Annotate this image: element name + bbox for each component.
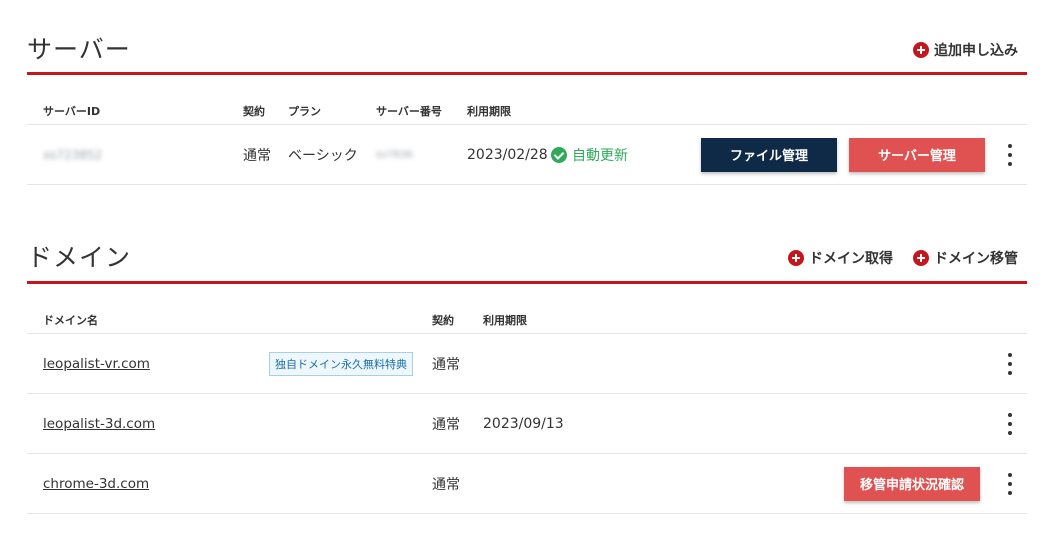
domain-contract-value: 通常 (432, 416, 460, 433)
column-header-contract: 契約 (243, 105, 265, 118)
auto-renew-status: 自動更新 (551, 145, 628, 165)
domain-section-header: ドメイン ドメイン取得 ドメイン移管 (27, 208, 1027, 284)
column-header-plan: プラン (288, 105, 321, 118)
domain-name-link[interactable]: leopalist-3d.com (43, 416, 155, 432)
domain-more-menu-icon[interactable] (1004, 352, 1016, 375)
domain-row: leopalist-vr.com 独自ドメイン永久無料特典 通常 (27, 334, 1027, 394)
domain-expiry-value: 2023/09/13 (483, 415, 564, 432)
server-contract-value: 通常 (243, 147, 271, 164)
column-header-expiry: 利用期限 (483, 314, 527, 327)
server-expiry-value: 2023/02/28 (467, 146, 548, 163)
domain-contract-value: 通常 (432, 356, 460, 373)
column-header-expiry: 利用期限 (467, 105, 511, 118)
domain-section-title: ドメイン (27, 243, 132, 272)
domain-row: chrome-3d.com 通常 移管申請状況確認 (27, 454, 1027, 514)
column-header-server-number: サーバー番号 (376, 105, 442, 118)
transfer-domain-label: ドメイン移管 (934, 251, 1018, 267)
column-header-contract: 契約 (432, 314, 454, 327)
plus-circle-icon (913, 250, 929, 266)
add-server-button[interactable]: 追加申し込み (913, 40, 1018, 60)
add-server-label: 追加申し込み (934, 43, 1018, 59)
plus-circle-icon (788, 250, 804, 266)
transfer-domain-button[interactable]: ドメイン移管 (913, 248, 1018, 268)
server-plan-value: ベーシック (288, 147, 358, 164)
domain-row: leopalist-3d.com 通常 2023/09/13 (27, 394, 1027, 454)
server-id-value: xs723852 (43, 147, 103, 162)
plus-circle-icon (913, 42, 929, 58)
server-section-title: サーバー (27, 35, 131, 64)
server-row: xs723852 通常 ベーシック sv7836 2023/02/28 自動更新… (27, 125, 1027, 185)
domain-more-menu-icon[interactable] (1004, 472, 1016, 495)
domain-contract-value: 通常 (432, 476, 460, 493)
server-table-header: サーバーID 契約 プラン サーバー番号 利用期限 (27, 75, 1027, 125)
server-number-value: sv7836 (376, 149, 413, 160)
domain-name-link[interactable]: leopalist-vr.com (43, 356, 150, 372)
transfer-status-button[interactable]: 移管申請状況確認 (844, 466, 980, 501)
acquire-domain-button[interactable]: ドメイン取得 (788, 248, 893, 268)
domain-table-header: ドメイン名 契約 利用期限 (27, 284, 1027, 334)
column-header-domain-name: ドメイン名 (43, 314, 98, 327)
server-section: サーバー 追加申し込み サーバーID 契約 プラン サーバー番号 利用期限 xs… (27, 0, 1027, 185)
column-header-server-id: サーバーID (43, 105, 101, 118)
domain-header-actions: ドメイン取得 ドメイン移管 (788, 248, 1018, 268)
server-manager-button[interactable]: サーバー管理 (849, 137, 985, 172)
domain-more-menu-icon[interactable] (1004, 412, 1016, 435)
file-manager-button[interactable]: ファイル管理 (701, 137, 837, 172)
free-domain-badge: 独自ドメイン永久無料特典 (269, 351, 413, 376)
server-header-actions: 追加申し込み (913, 40, 1018, 60)
server-section-header: サーバー 追加申し込み (27, 0, 1027, 75)
auto-renew-label: 自動更新 (572, 147, 628, 164)
check-circle-icon (551, 146, 567, 163)
domain-name-link[interactable]: chrome-3d.com (43, 476, 149, 492)
server-more-menu-icon[interactable] (1004, 143, 1016, 166)
acquire-domain-label: ドメイン取得 (809, 251, 893, 267)
domain-section: ドメイン ドメイン取得 ドメイン移管 ドメイン名 契約 利用期限 leopali… (27, 208, 1027, 514)
